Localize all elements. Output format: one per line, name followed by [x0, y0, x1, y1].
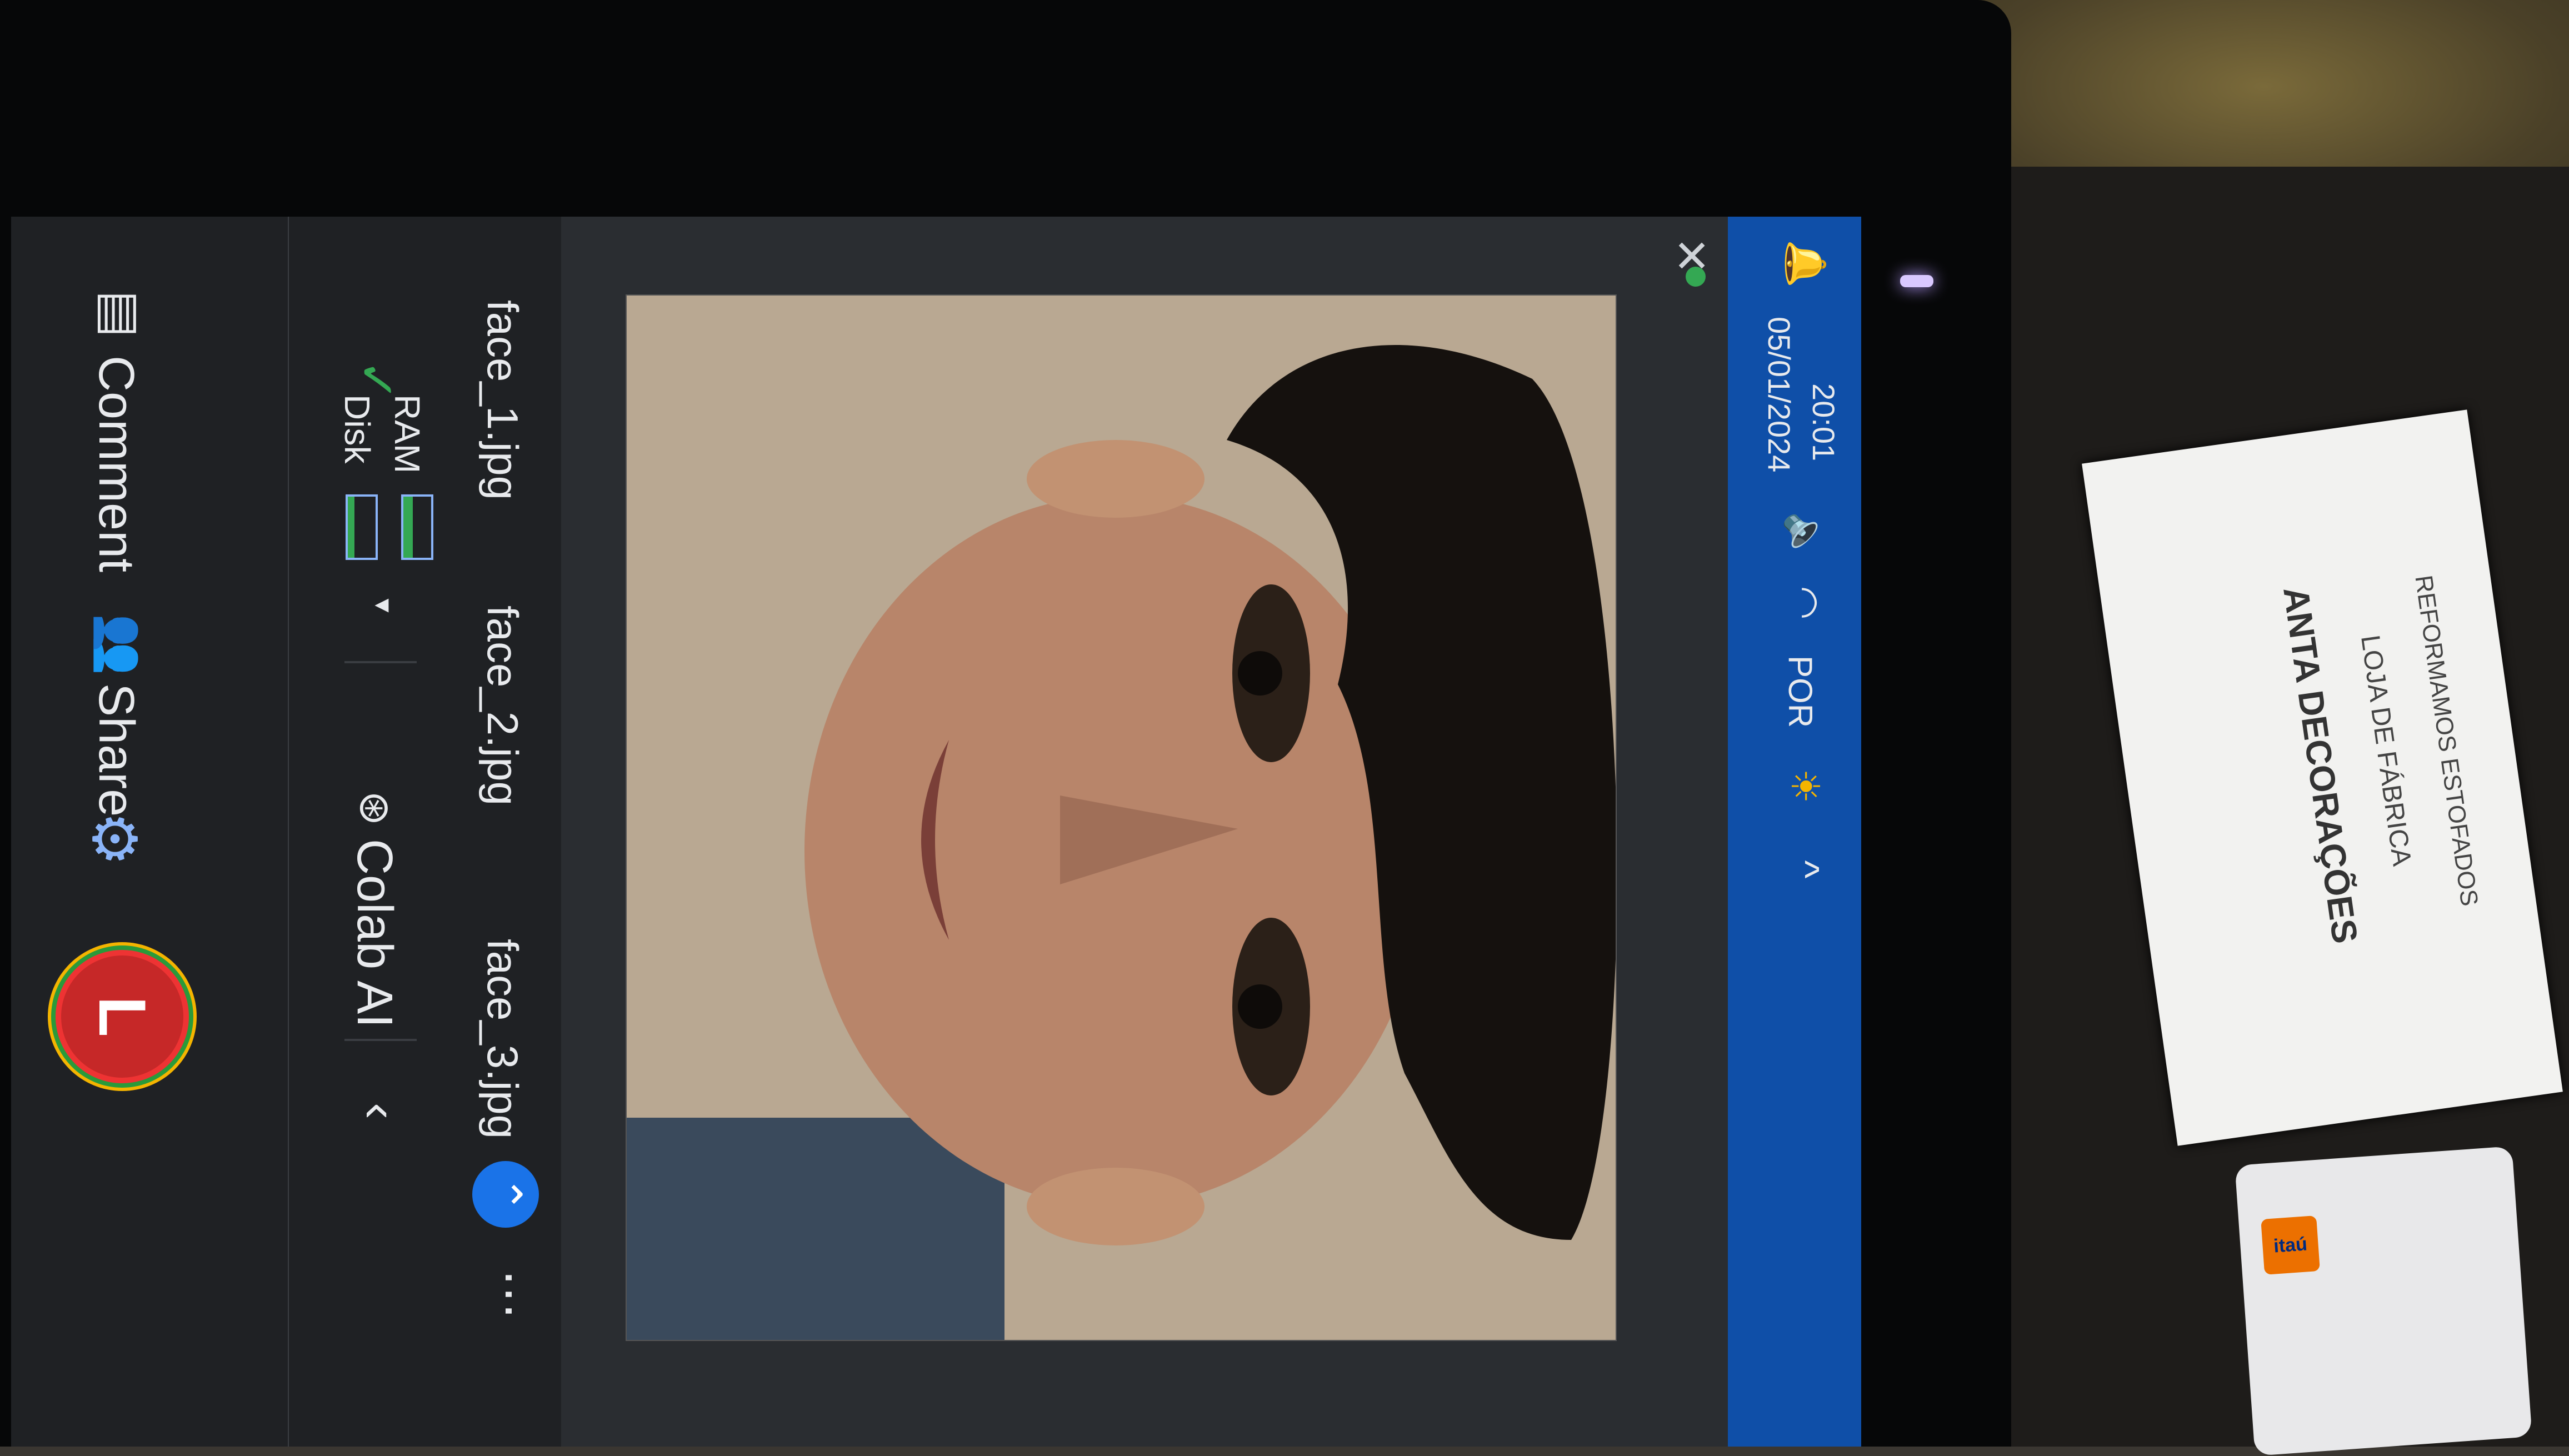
windows-taskbar: ^ ☀ POR ◠ 🔈 20:01 05/01/2024 🔔 — [1728, 217, 1861, 1447]
clock-date[interactable]: 05/01/2024 — [1761, 317, 1797, 472]
share-button[interactable]: Share — [87, 683, 144, 817]
ram-label: RAM — [387, 394, 427, 474]
ram-meter-fill — [403, 497, 413, 558]
gear-icon[interactable]: ⚙ — [80, 805, 150, 872]
toolbar-divider — [344, 661, 417, 663]
toolbar-divider-2 — [344, 1039, 417, 1041]
tab-chevron-up-button[interactable]: ⌃ — [472, 1161, 539, 1228]
colab-header: ▤ Comment 👥 Share ⚙ L — [11, 217, 289, 1447]
screen-content: ▤ Comment 👥 Share ⚙ L ✓ RAM Disk ▾ ⊛ Col… — [11, 217, 1861, 1447]
language-indicator[interactable]: POR — [1781, 656, 1820, 728]
comment-icon[interactable]: ▤ — [89, 283, 150, 344]
volume-icon[interactable]: 🔈 — [1778, 511, 1828, 561]
avatar[interactable]: L — [56, 950, 189, 1083]
collapse-panel-icon[interactable]: ‹ — [352, 1083, 408, 1139]
wifi-icon[interactable]: ◠ — [1778, 578, 1828, 628]
notification-icon[interactable]: 🔔 — [1778, 239, 1828, 289]
screen: ▤ Comment 👥 Share ⚙ L ✓ RAM Disk ▾ ⊛ Col… — [11, 217, 1861, 1447]
bank-card-logo: itaú — [2261, 1215, 2320, 1275]
clock-time[interactable]: 20:01 — [1806, 383, 1842, 461]
share-people-icon[interactable]: 👥 — [89, 611, 150, 678]
more-options-icon[interactable]: ⋯ — [472, 1261, 539, 1328]
face-image — [626, 294, 1617, 1341]
power-led — [1900, 275, 1933, 287]
file-tabs: face_1.jpg face_2.jpg face_3.jpg ⌃ ⋯ — [439, 217, 561, 1447]
avatar-letter: L — [85, 996, 159, 1037]
colab-ai-button[interactable]: Colab AI — [346, 839, 403, 1028]
face-photo-graphic — [627, 296, 1616, 1340]
chevron-down-icon[interactable]: ▾ — [367, 589, 400, 622]
status-dot — [1686, 267, 1706, 287]
chevron-up-icon[interactable]: ^ — [1778, 844, 1828, 894]
disk-label: Disk — [337, 394, 377, 464]
tab-face-3[interactable]: face_3.jpg — [477, 939, 528, 1139]
ram-meter[interactable] — [401, 494, 433, 560]
comment-button[interactable]: Comment — [87, 356, 144, 572]
image-viewer: ✕ — [561, 217, 1861, 1447]
tab-face-2[interactable]: face_2.jpg — [477, 606, 528, 805]
tab-face-1[interactable]: face_1.jpg — [477, 300, 528, 500]
sun-icon[interactable]: ☀ — [1778, 761, 1828, 811]
colab-ai-icon[interactable]: ⊛ — [350, 783, 400, 833]
bank-card: itaú — [2235, 1146, 2532, 1456]
disk-meter[interactable] — [346, 494, 378, 560]
disk-meter-fill — [348, 497, 355, 558]
runtime-toolbar: ✓ RAM Disk ▾ ⊛ Colab AI ‹ — [288, 217, 439, 1447]
